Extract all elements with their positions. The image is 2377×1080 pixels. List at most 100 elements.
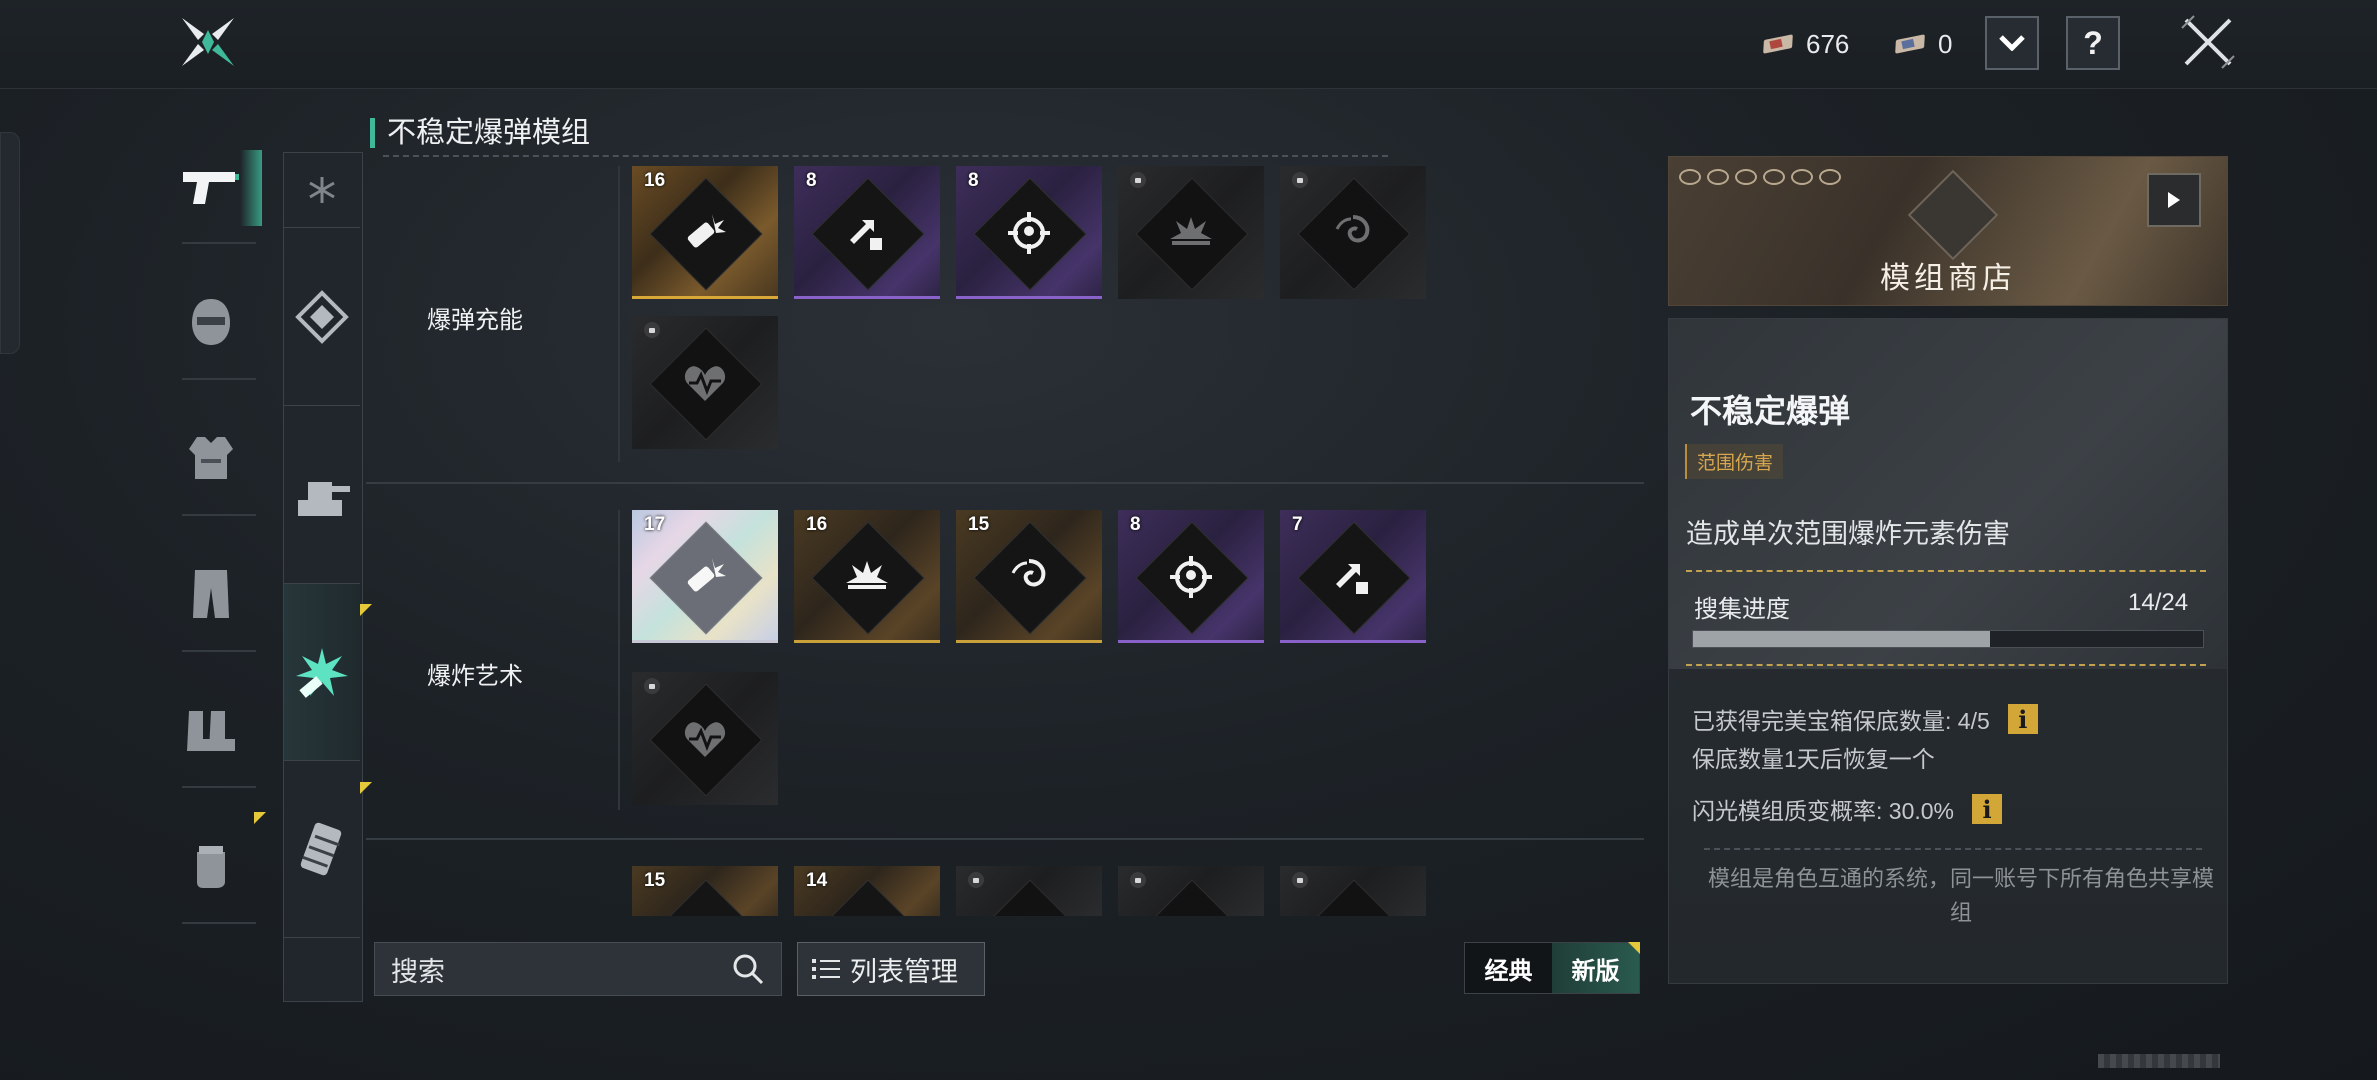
explosion-icon [1170,216,1212,245]
mod-card-locked[interactable] [956,866,1102,916]
mod-card-locked[interactable] [632,316,778,449]
dropdown-button[interactable] [1985,16,2039,70]
side-handle[interactable] [0,132,20,354]
mod-card[interactable]: 14 [794,866,940,916]
search-placeholder: 搜索 [391,956,445,987]
info-button[interactable]: i [1972,794,2002,824]
mod-card-locked[interactable] [1118,866,1264,916]
explosive-charge-icon [687,557,726,591]
row-divider [366,482,1644,484]
explosion-icon [846,560,888,589]
module-name: 不稳定爆弹 [1690,393,1851,429]
mod-card-locked[interactable] [632,672,778,805]
search-icon [733,954,764,985]
mod-card-locked[interactable] [1118,166,1264,299]
category-pants[interactable] [172,556,250,632]
category-boots[interactable] [172,692,250,768]
close-icon [2181,15,2235,69]
shop-arrow-button[interactable] [2147,173,2201,227]
mod-card[interactable]: 17 [632,510,778,643]
mod-card[interactable]: 15 [632,866,778,916]
category-gloves[interactable] [172,828,250,904]
help-label: ? [2083,24,2103,61]
divider [182,650,256,652]
search-input[interactable]: 搜索 [374,942,782,996]
shatter-arrow-icon [1336,563,1368,594]
divider [182,378,256,380]
explosive-charge-icon [296,648,348,698]
pistol-icon [183,172,239,204]
mode-classic[interactable]: 经典 [1465,943,1552,993]
help-button[interactable]: ? [2066,16,2120,70]
mod-card[interactable]: 16 [632,166,778,299]
lock-icon [1130,172,1146,188]
row-divider-vertical [618,166,620,462]
heart-pulse-icon [684,365,726,401]
new-marker [254,812,266,824]
red-ticket-icon [1762,33,1796,55]
mod-type-top[interactable] [284,153,360,228]
category-weapon[interactable] [172,150,250,226]
chevron-down-icon [1999,35,2025,51]
mod-count: 14 [806,870,828,891]
list-manage-label: 列表管理 [850,956,958,987]
game-logo-icon [178,14,238,70]
mod-card-locked[interactable] [1280,866,1426,916]
new-marker [1628,942,1640,954]
row-label-charge: 爆弹充能 [427,307,523,334]
list-manage-button[interactable]: 列表管理 [797,942,985,996]
mod-count: 16 [644,170,666,191]
shatter-arrow-icon [850,219,882,250]
mod-count: 8 [806,170,817,191]
category-helmet[interactable] [172,284,250,360]
glove-icon [197,846,225,888]
target-crosshair-icon [1170,555,1212,598]
mode-new[interactable]: 新版 [1552,943,1639,993]
snowflake-icon [309,177,335,203]
turret-icon [298,481,350,516]
lock-icon [968,872,984,888]
category-armor[interactable] [172,420,250,496]
mod-count: 8 [1130,514,1141,535]
vortex-icon [1011,558,1046,586]
currency-blue: 0 [1894,26,1952,62]
row-divider [366,838,1644,840]
mod-type-turret[interactable] [284,406,360,584]
list-icon [812,959,840,979]
lock-icon [1292,172,1308,188]
blue-ticket-icon [1894,33,1928,55]
flash-line: 闪光模组质变概率: 30.0% i [1692,792,2002,826]
divider [182,242,256,244]
currency-blue-value: 0 [1938,28,1953,59]
progress-label: 搜集进度 [1694,596,1790,623]
close-button[interactable] [2180,14,2236,70]
mod-card[interactable]: 8 [956,166,1102,299]
mod-count: 8 [968,170,979,191]
mod-count: 15 [644,870,666,891]
module-description: 造成单次范围爆炸元素伤害 [1686,519,2010,549]
row-divider-vertical [618,510,620,810]
mod-count: 16 [806,514,828,535]
mod-shop-banner[interactable]: 模组商店 [1668,156,2228,306]
mode-switch[interactable]: 经典 新版 [1464,942,1640,994]
lock-icon [644,678,660,694]
mod-card[interactable]: 8 [1118,510,1264,643]
divider [182,514,256,516]
mod-type-unstable-bomb[interactable] [284,584,360,761]
info-button[interactable]: i [2007,704,2038,734]
new-marker [360,604,372,616]
pants-icon [193,570,229,618]
mod-count: 17 [644,514,666,535]
divider [182,786,256,788]
mod-card[interactable]: 15 [956,510,1102,643]
mod-card[interactable]: 7 [1280,510,1426,643]
heart-pulse-icon [684,721,726,757]
mod-card[interactable]: 8 [794,166,940,299]
mod-type-bullet[interactable] [284,761,360,938]
mod-type-frost[interactable] [284,228,360,406]
mod-card-locked[interactable] [1280,166,1426,299]
mod-card[interactable]: 16 [794,510,940,643]
currency-red: 676 [1762,26,1849,62]
bullet-pack-icon [300,822,342,876]
shop-cart-icon [1907,169,1999,261]
